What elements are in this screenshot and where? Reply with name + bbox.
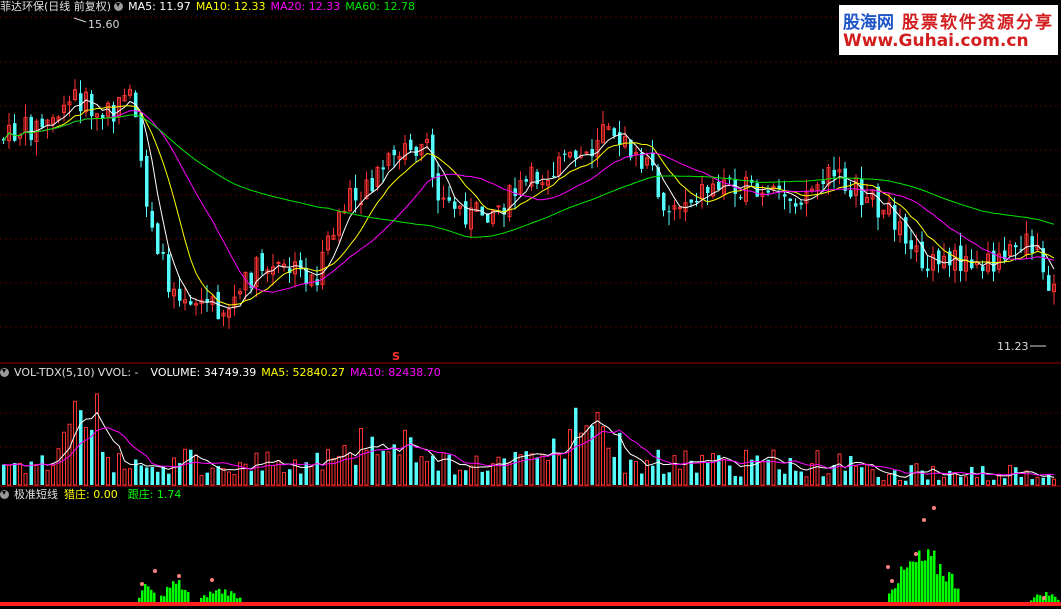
vvol-value: VVOL: - (97, 366, 139, 379)
volume-panel-header: VOL-TDX(5,10) VVOL: - VOLUME: 34749.39 MA5:… (0, 366, 446, 380)
sell-marker: S (392, 350, 400, 363)
volume-value: VOLUME: 34749.39 (150, 366, 257, 379)
stock-chart[interactable] (0, 0, 1061, 609)
high-price-label: 15.60 (88, 18, 120, 31)
volume-ma5-value: MA5: 52840.27 (261, 366, 345, 379)
signal-histogram (0, 506, 1061, 606)
stock-title[interactable]: 菲达环保(日线 前复权) (0, 0, 111, 13)
volume-indicator-name[interactable]: VOL-TDX(5,10) (14, 366, 95, 379)
dropdown-icon[interactable] (0, 368, 9, 377)
price-panel-header: 菲达环保(日线 前复权) MA5: 11.97 MA10: 12.33 MA20: 1… (0, 0, 420, 14)
gen-zhuang-value: 跟庄: 1.74 (127, 488, 182, 501)
watermark-slogan: 股票软件资源分享 (902, 13, 1054, 33)
low-price-label: 11.23 (997, 340, 1029, 353)
ma10-value: MA10: 12.33 (195, 0, 266, 13)
ma60-value: MA60: 12.78 (345, 0, 415, 13)
high-pointer (73, 17, 87, 23)
signal-panel-header: 极准短线 猎庄: 0.00 跟庄: 1.74 (0, 488, 186, 502)
signal-indicator-name[interactable]: 极准短线 (14, 488, 58, 501)
volume-bars (2, 393, 1056, 486)
volume-ma-lines (3, 411, 1055, 478)
ma5-value: MA5: 11.97 (128, 0, 191, 13)
dropdown-icon[interactable] (0, 490, 9, 499)
lie-zhuang-value: 猎庄: 0.00 (64, 488, 118, 501)
watermark-url: Www.Guhai.com.cn (843, 31, 1029, 51)
ma20-value: MA20: 12.33 (270, 0, 341, 13)
watermark-brand: 股海网 (843, 13, 894, 33)
dropdown-icon[interactable] (114, 2, 124, 11)
moving-average-lines (3, 99, 1055, 309)
watermark-logo: 股海网 股票软件资源分享 Www.Guhai.com.cn (839, 5, 1058, 55)
volume-ma10-value: MA10: 82438.70 (349, 366, 441, 379)
